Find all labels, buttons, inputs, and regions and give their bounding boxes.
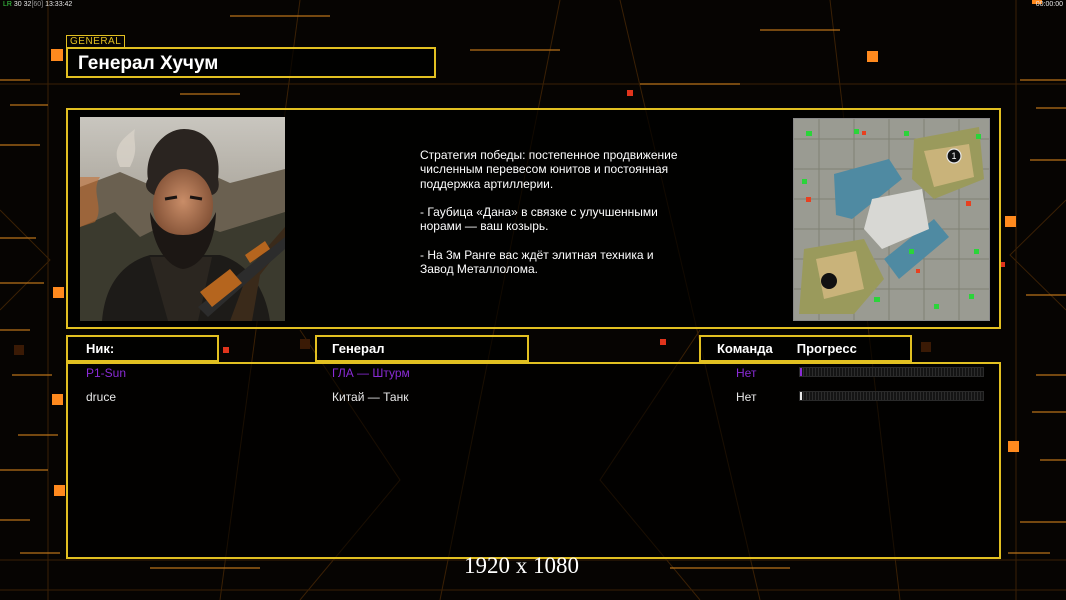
general-name: Генерал Хучум [78,53,219,74]
player-nick: druce [86,390,117,404]
fps-values: 30 32 [13,1,32,8]
player-general: Китай — Танк [332,390,409,404]
player-general: ГЛА — Штурм [332,366,410,380]
resolution-label: 1920 x 1080 [464,553,579,578]
fps-prefix: LR [3,1,12,8]
player-progress-bar [799,391,984,401]
column-header-team-progress: Команда Прогресс [699,335,912,362]
column-header-nick: Ник: [66,335,219,362]
general-description: Стратегия победы: постепенное продвижени… [420,148,680,291]
player-progress-bar [799,367,984,377]
column-header-nick-label: Ник: [86,341,115,356]
fps-counter: LR 30 32[60] 13:33:42 [3,1,72,9]
column-header-progress-label: Прогресс [796,341,857,356]
description-paragraph: Стратегия победы: постепенное продвижени… [420,148,678,191]
fps-limit: [60] [31,1,44,8]
player-team: Нет [736,390,757,404]
system-time: 13:33:42 [45,1,73,8]
player-nick: P1-Sun [86,366,127,380]
column-header-general-label: Генерал [332,341,385,356]
player-team: Нет [736,366,757,380]
column-header-general: Генерал [315,335,529,362]
description-paragraph: - Гаубица «Дана» в связке с улучшенными … [420,205,658,234]
description-paragraph: - На 3м Ранге вас ждёт элитная техника и… [420,248,654,277]
general-portrait [80,117,285,321]
start-position-label: 1 [951,151,956,161]
progress-fill [800,392,802,400]
column-header-team-label: Команда [717,341,773,356]
game-clock: 00:00:00 [1035,1,1063,8]
progress-fill [800,368,802,376]
general-title-box: Генерал Хучум [66,47,436,78]
map-preview[interactable]: 1 [793,118,990,321]
